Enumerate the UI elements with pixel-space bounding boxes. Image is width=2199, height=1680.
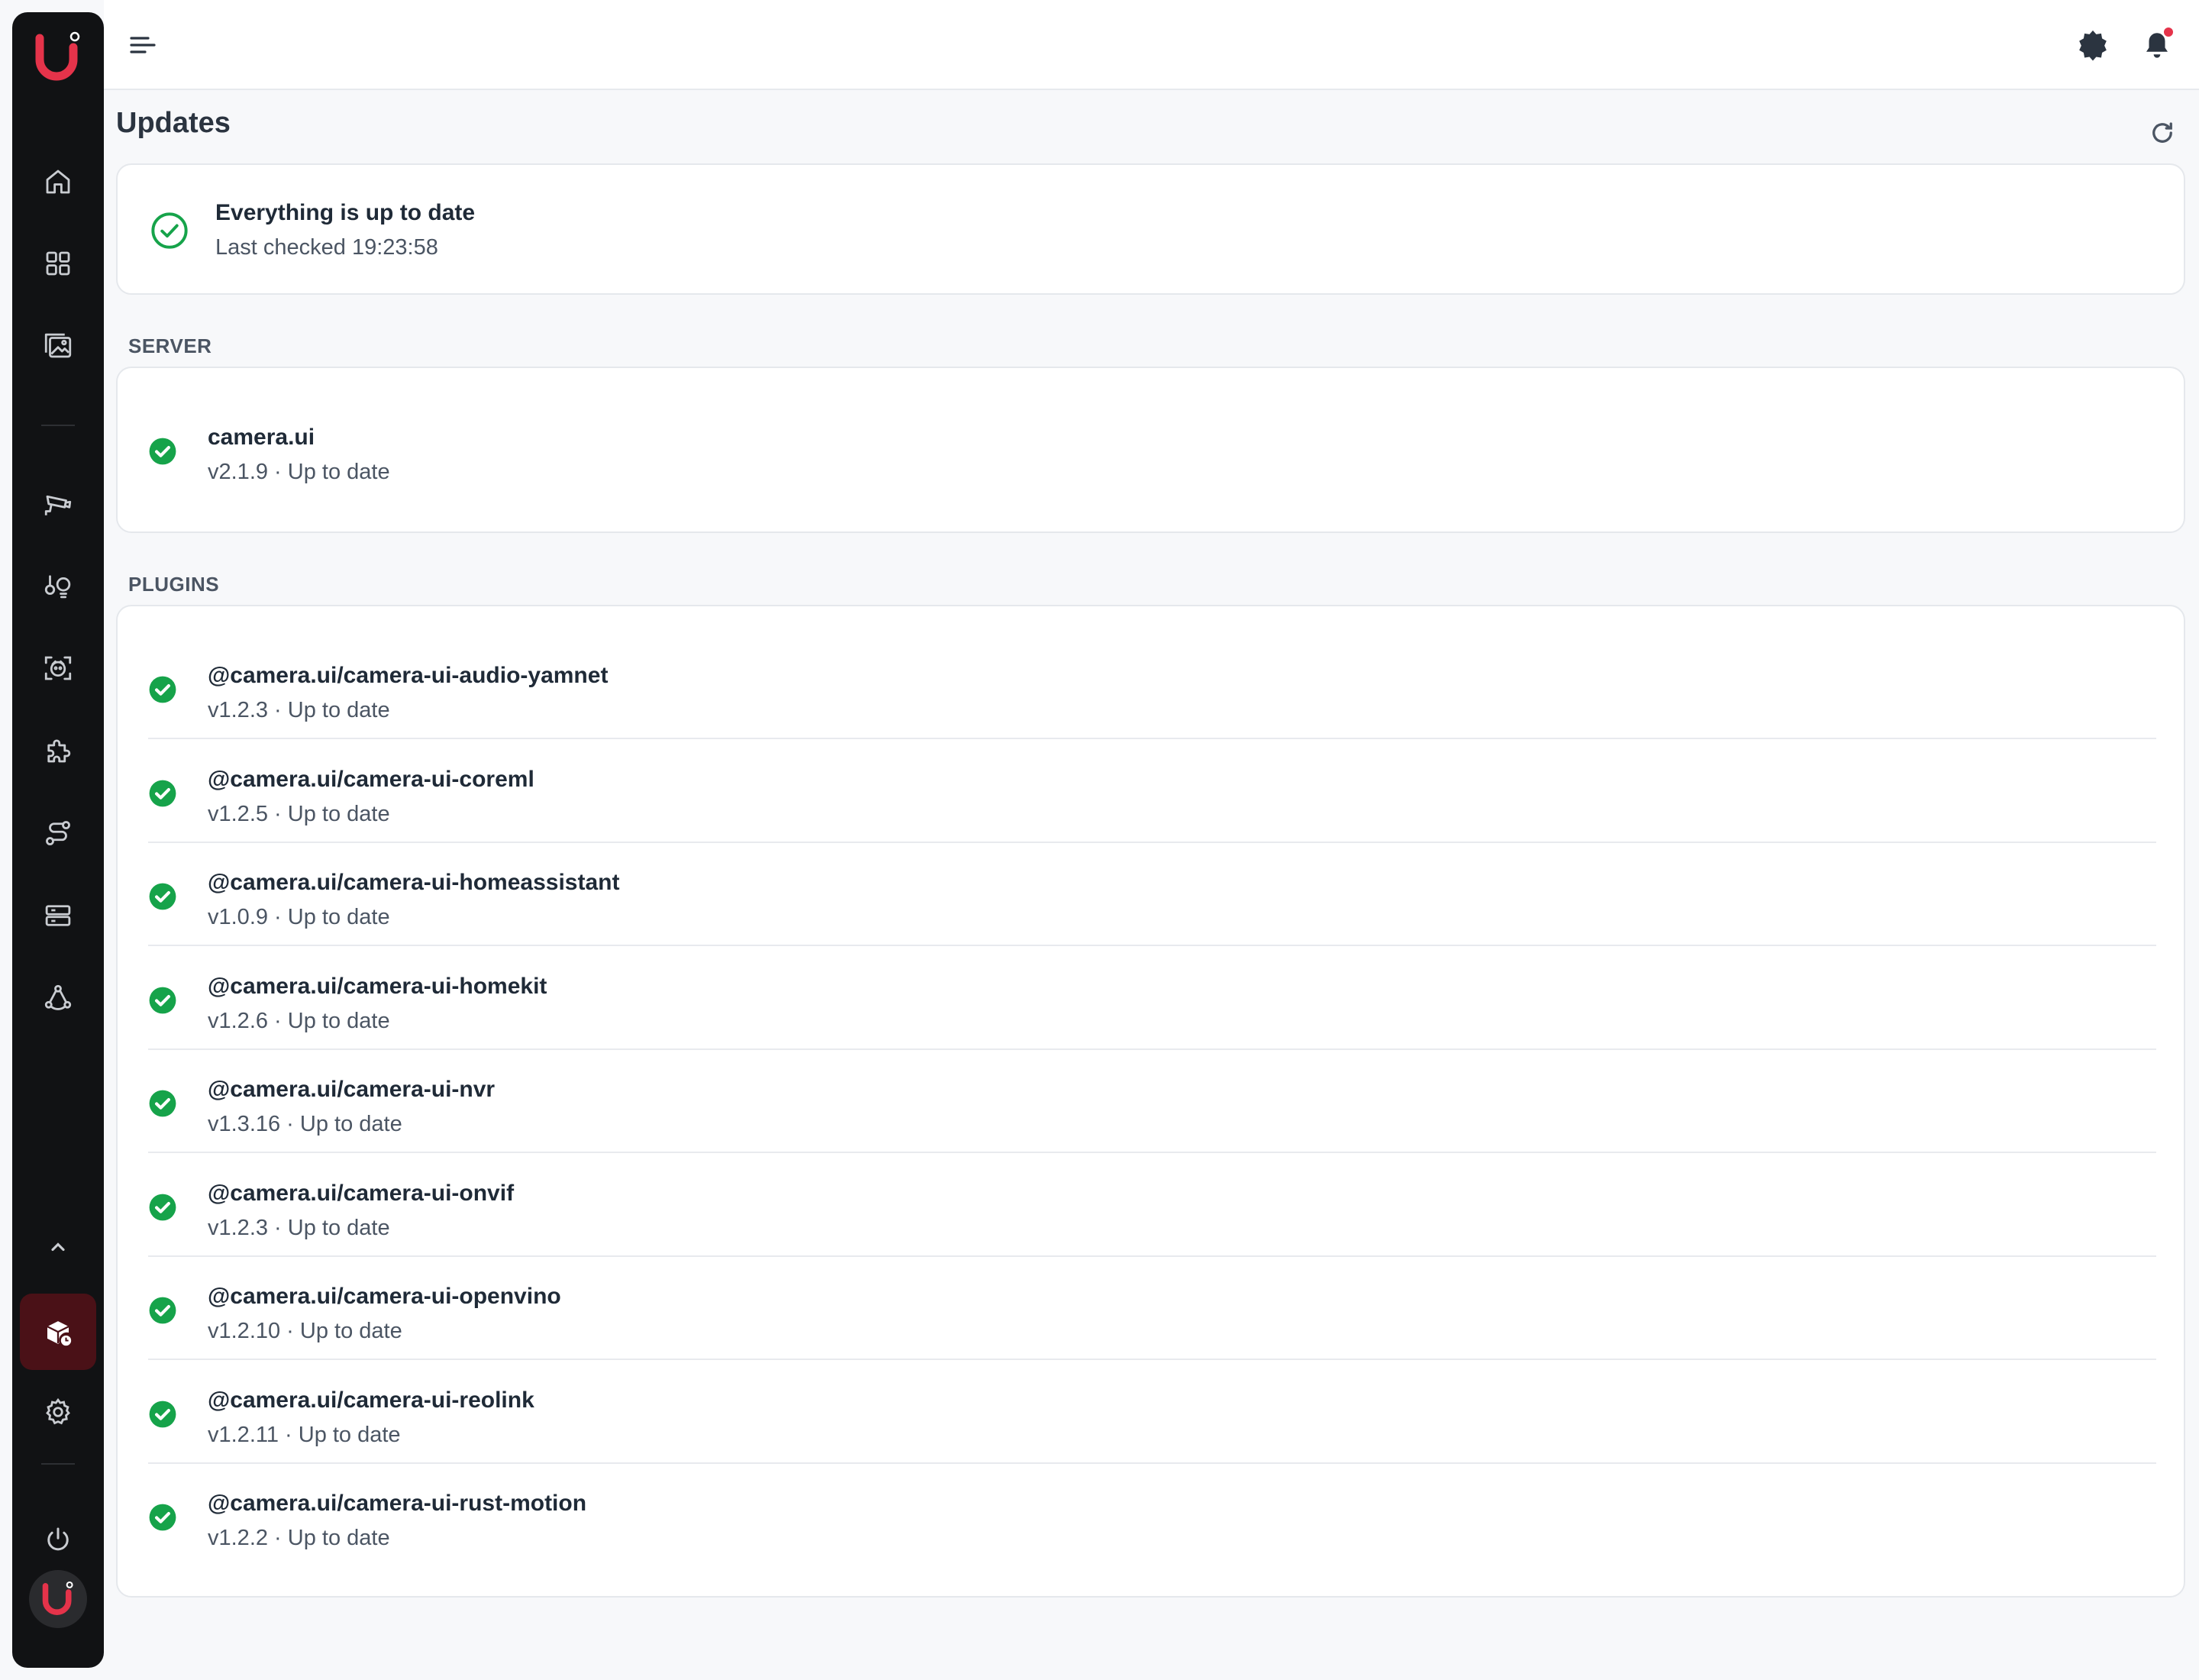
sidebar-item-settings[interactable] — [12, 1378, 104, 1446]
menu-icon — [130, 37, 156, 53]
user-avatar-logo-icon — [42, 1581, 73, 1615]
notifications-button[interactable] — [2138, 26, 2176, 64]
status-title: Everything is up to date — [215, 200, 476, 225]
success-check-icon — [149, 1194, 176, 1220]
success-check-icon — [149, 676, 176, 703]
list-item[interactable]: @camera.ui/camera-ui-reolink v1.2.11 · Up… — [148, 1362, 2156, 1464]
package-name: camera.ui — [208, 425, 315, 450]
gallery-icon — [44, 333, 72, 358]
list-item[interactable]: @camera.ui/camera-ui-homeassistant v1.0.9… — [148, 844, 2156, 946]
face-detection-icon — [44, 656, 72, 680]
plugins-card: @camera.ui/camera-ui-audio-yamnet v1.2.3 … — [116, 605, 2185, 1598]
routes-icon — [46, 821, 70, 845]
success-check-icon — [149, 1504, 176, 1531]
sidebar-item-detection[interactable] — [12, 634, 104, 703]
package-name: @camera.ui/camera-ui-homeassistant — [208, 870, 620, 895]
package-version-status: v1.0.9 · Up to date — [208, 905, 390, 929]
page-title: Updates — [116, 107, 231, 139]
check-circle-icon — [151, 212, 188, 249]
sidebar-item-cameras[interactable] — [12, 469, 104, 538]
sidebar-power-button[interactable] — [12, 1505, 104, 1574]
network-icon — [44, 984, 72, 1010]
package-version-status: v1.2.2 · Up to date — [208, 1526, 390, 1550]
plugins-section-label: PLUGINS — [128, 573, 220, 596]
package-version-status: v1.3.16 · Up to date — [208, 1112, 402, 1136]
sidebar-item-plugins[interactable] — [12, 716, 104, 785]
package-name: @camera.ui/camera-ui-coreml — [208, 766, 534, 792]
camera-ui-logo-icon — [35, 31, 80, 81]
updates-package-icon — [47, 1321, 73, 1347]
package-name: @camera.ui/camera-ui-openvino — [208, 1284, 561, 1309]
package-name: @camera.ui/camera-ui-rust-motion — [208, 1491, 587, 1516]
list-item[interactable]: @camera.ui/camera-ui-audio-yamnet v1.2.3 … — [148, 637, 2156, 739]
refresh-button[interactable] — [2147, 118, 2178, 148]
package-version-status: v1.2.6 · Up to date — [208, 1008, 390, 1033]
package-version-status: v1.2.3 · Up to date — [208, 1215, 390, 1240]
success-check-icon — [149, 1090, 176, 1117]
refresh-icon — [2152, 122, 2172, 143]
app-logo[interactable] — [12, 12, 104, 102]
menu-button[interactable] — [127, 29, 159, 61]
sidebar-item-dashboard[interactable] — [12, 229, 104, 298]
list-item[interactable]: @camera.ui/camera-ui-homekit v1.2.6 · Up … — [148, 948, 2156, 1050]
storage-server-icon — [45, 905, 71, 926]
avatar[interactable] — [29, 1570, 87, 1628]
success-check-icon — [149, 1401, 176, 1427]
list-item[interactable]: camera.ui v2.1.9 · Up to date — [148, 399, 2156, 501]
dashboard-grid-icon — [46, 251, 70, 276]
package-version-status: v1.2.3 · Up to date — [208, 698, 390, 722]
server-section-label: SERVER — [128, 334, 212, 357]
last-checked-text: Last checked 19:23:58 — [215, 235, 438, 260]
success-check-icon — [149, 1297, 176, 1324]
package-name: @camera.ui/camera-ui-nvr — [208, 1077, 496, 1102]
camera-icon — [44, 495, 72, 515]
package-name: @camera.ui/camera-ui-homekit — [208, 973, 547, 999]
package-version-status: v2.1.9 · Up to date — [208, 460, 390, 484]
home-icon — [46, 170, 70, 194]
package-version-status: v1.2.10 · Up to date — [208, 1319, 402, 1343]
list-item[interactable]: @camera.ui/camera-ui-openvino v1.2.10 · U… — [148, 1258, 2156, 1360]
sidebar-item-updates[interactable] — [12, 1294, 104, 1370]
power-icon — [47, 1527, 69, 1551]
success-check-icon — [149, 438, 176, 465]
package-version-status: v1.2.5 · Up to date — [208, 801, 390, 826]
list-item[interactable]: @camera.ui/camera-ui-rust-motion v1.2.2 ·… — [148, 1465, 2156, 1567]
success-check-icon — [149, 780, 176, 806]
plugins-puzzle-icon — [47, 739, 71, 763]
sidebar-item-routes[interactable] — [12, 799, 104, 867]
theme-toggle-button[interactable] — [2074, 26, 2112, 64]
list-item[interactable]: @camera.ui/camera-ui-nvr v1.3.16 · Up to … — [148, 1051, 2156, 1153]
automation-icon — [44, 575, 71, 599]
sidebar-item-gallery[interactable] — [12, 312, 104, 380]
theme-toggle-icon — [2079, 30, 2107, 61]
list-item[interactable]: @camera.ui/camera-ui-coreml v1.2.5 · Up t… — [148, 741, 2156, 843]
sidebar-divider — [41, 1463, 75, 1465]
list-item[interactable]: @camera.ui/camera-ui-onvif v1.2.3 · Up to… — [148, 1155, 2156, 1257]
package-name: @camera.ui/camera-ui-audio-yamnet — [208, 663, 609, 688]
sidebar-item-home[interactable] — [12, 147, 104, 216]
success-check-icon — [149, 883, 176, 910]
update-status-card: Everything is up to date Last checked 19… — [116, 163, 2185, 295]
chevron-up-icon — [51, 1242, 65, 1252]
server-card: camera.ui v2.1.9 · Up to date — [116, 367, 2185, 533]
notification-badge — [2162, 26, 2175, 38]
sidebar — [12, 12, 104, 1668]
package-version-status: v1.2.11 · Up to date — [208, 1422, 401, 1447]
settings-gear-icon — [46, 1397, 70, 1425]
sidebar-item-network[interactable] — [12, 964, 104, 1032]
sidebar-item-automation[interactable] — [12, 551, 104, 620]
package-name: @camera.ui/camera-ui-reolink — [208, 1387, 534, 1413]
sidebar-item-storage[interactable] — [12, 881, 104, 950]
top-bar — [104, 0, 2199, 90]
sidebar-collapse-toggle[interactable] — [12, 1213, 104, 1281]
success-check-icon — [149, 987, 176, 1013]
sidebar-divider — [41, 425, 75, 426]
package-name: @camera.ui/camera-ui-onvif — [208, 1180, 515, 1206]
